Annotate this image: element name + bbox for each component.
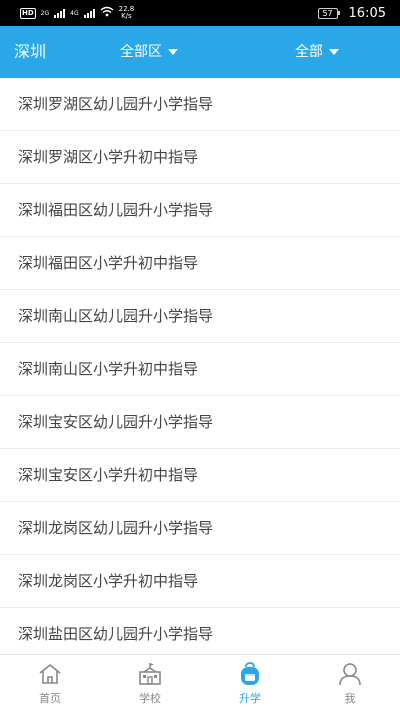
signal-icon-2 <box>83 8 95 18</box>
city-selector[interactable]: 深圳 <box>14 26 46 78</box>
network-2g-label: 2G <box>40 9 50 17</box>
bottom-nav: 首页 学校 升学 我 <box>0 654 400 711</box>
list-item[interactable]: 深圳福田区幼儿园升小学指导 <box>0 184 400 237</box>
caret-down-icon <box>329 49 339 55</box>
list-item[interactable]: 深圳宝安区幼儿园升小学指导 <box>0 396 400 449</box>
list-item[interactable]: 深圳龙岗区幼儿园升小学指导 <box>0 502 400 555</box>
wifi-icon <box>100 6 114 20</box>
type-filter-label: 全部 <box>295 44 323 60</box>
nav-me[interactable]: 我 <box>300 655 400 711</box>
nav-school-label: 学校 <box>139 691 161 705</box>
battery-icon: 57 <box>317 7 340 19</box>
guide-list: 深圳罗湖区幼儿园升小学指导 深圳罗湖区小学升初中指导 深圳福田区幼儿园升小学指导… <box>0 78 400 654</box>
district-filter-label: 全部区 <box>120 44 162 60</box>
app-header: 深圳 全部区 全部 <box>0 26 400 78</box>
status-left: HD 2G 4G 22.8 K/s <box>20 6 134 20</box>
nav-home-label: 首页 <box>39 691 61 705</box>
nav-home[interactable]: 首页 <box>0 655 100 711</box>
network-4g-label: 4G <box>70 9 79 17</box>
list-item[interactable]: 深圳罗湖区小学升初中指导 <box>0 131 400 184</box>
hd-badge: HD <box>20 7 36 19</box>
backpack-icon <box>241 661 259 685</box>
district-filter[interactable]: 全部区 <box>120 26 178 78</box>
network-speed: 22.8 K/s <box>119 6 135 20</box>
list-item[interactable]: 深圳宝安区小学升初中指导 <box>0 449 400 502</box>
speed-unit: K/s <box>121 12 132 20</box>
list-item[interactable]: 深圳盐田区幼儿园升小学指导 <box>0 608 400 654</box>
clock: 16:05 <box>348 5 386 21</box>
list-item[interactable]: 深圳福田区小学升初中指导 <box>0 237 400 290</box>
list-item[interactable]: 深圳南山区小学升初中指导 <box>0 343 400 396</box>
school-icon <box>139 662 161 685</box>
status-bar: HD 2G 4G 22.8 K/s 57 16:05 <box>0 0 400 26</box>
list-item[interactable]: 深圳南山区幼儿园升小学指导 <box>0 290 400 343</box>
list-item[interactable]: 深圳龙岗区小学升初中指导 <box>0 555 400 608</box>
type-filter[interactable]: 全部 <box>295 26 339 78</box>
nav-school[interactable]: 学校 <box>100 655 200 711</box>
status-right: 57 16:05 <box>317 5 386 21</box>
battery-level: 57 <box>317 7 338 19</box>
home-icon <box>39 663 61 684</box>
signal-icon <box>54 8 66 18</box>
list-item[interactable]: 深圳罗湖区幼儿园升小学指导 <box>0 78 400 131</box>
nav-upgrade-label: 升学 <box>239 691 261 705</box>
nav-me-label: 我 <box>344 691 356 705</box>
user-icon <box>339 662 361 685</box>
nav-upgrade[interactable]: 升学 <box>200 655 300 711</box>
caret-down-icon <box>168 49 178 55</box>
